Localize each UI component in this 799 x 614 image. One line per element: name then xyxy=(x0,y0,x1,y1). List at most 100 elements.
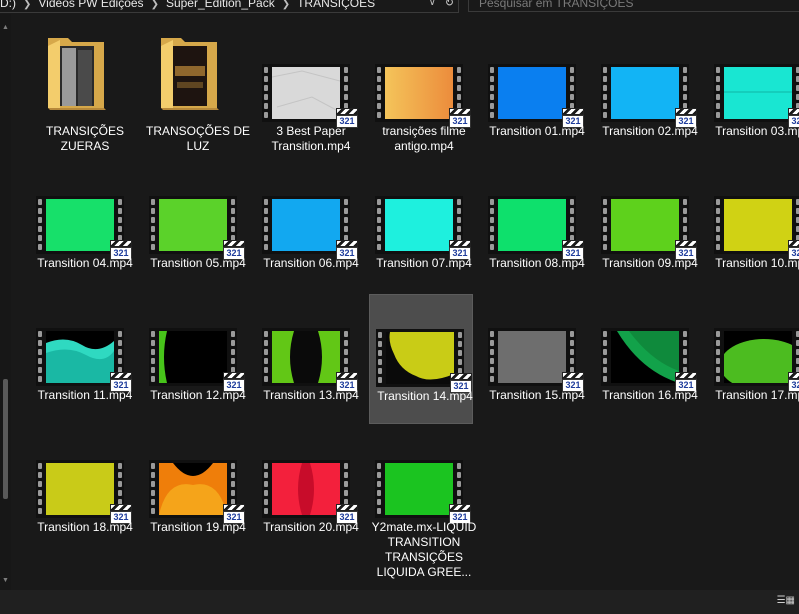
film-perforation xyxy=(262,64,270,122)
video-frame xyxy=(385,199,453,251)
video-frame xyxy=(498,67,566,119)
video-file-item[interactable]: 321 Transition 10.mp4 xyxy=(714,168,799,296)
film-perforation xyxy=(714,64,722,122)
film-perforation xyxy=(375,460,383,518)
video-file-item[interactable]: 321 Transition 11.mp4 xyxy=(36,300,136,428)
film-perforation xyxy=(488,196,496,254)
film-perforation xyxy=(149,460,157,518)
video-thumbnail: 321 xyxy=(601,64,697,128)
file-name-label: Transition 18.mp4 xyxy=(37,520,133,534)
file-name-label: Transition 16.mp4 xyxy=(602,388,698,402)
video-file-item[interactable]: 321 Transition 20.mp4 xyxy=(262,432,362,560)
file-name-label: Transition 01.mp4 xyxy=(489,124,585,138)
file-name-label: TRANSIÇÕES ZUERAS xyxy=(45,124,124,153)
video-frame xyxy=(385,463,453,515)
video-frame xyxy=(46,463,114,515)
video-frame xyxy=(159,463,227,515)
video-file-item[interactable]: 321 Transition 14.mp4 xyxy=(369,294,473,424)
file-name-label: Transition 15.mp4 xyxy=(489,388,585,402)
file-name-label: Transition 05.mp4 xyxy=(150,256,246,270)
file-name-label: Transition 14.mp4 xyxy=(377,389,473,403)
video-file-item[interactable]: 321 transições filme antigo.mp4 xyxy=(375,36,475,164)
video-frame xyxy=(159,331,227,383)
video-file-item[interactable]: 321 Transition 16.mp4 xyxy=(601,300,701,428)
video-file-item[interactable]: 321 Transition 12.mp4 xyxy=(149,300,249,428)
file-name-label: Transition 08.mp4 xyxy=(489,256,585,270)
folder-icon xyxy=(147,32,235,114)
video-file-item[interactable]: 321 Transition 05.mp4 xyxy=(149,168,249,296)
file-name-label: Transition 06.mp4 xyxy=(263,256,359,270)
file-name-label: Transition 11.mp4 xyxy=(37,388,133,402)
video-thumbnail: 321 xyxy=(149,328,245,392)
file-name-label: 3 Best Paper Transition.mp4 xyxy=(271,124,351,153)
film-perforation xyxy=(714,328,722,386)
film-perforation xyxy=(36,196,44,254)
video-file-item[interactable]: 321 Transition 13.mp4 xyxy=(262,300,362,428)
video-file-item[interactable]: 321 Transition 07.mp4 xyxy=(375,168,475,296)
film-perforation xyxy=(601,64,609,122)
film-perforation xyxy=(375,64,383,122)
file-name-label: Transition 20.mp4 xyxy=(263,520,359,534)
video-file-item[interactable]: 321 Transition 09.mp4 xyxy=(601,168,701,296)
video-file-item[interactable]: 321 Transition 06.mp4 xyxy=(262,168,362,296)
video-thumbnail: 321 xyxy=(714,64,799,128)
video-frame xyxy=(386,332,454,384)
video-file-item[interactable]: 321 Transition 17.mp4 xyxy=(714,300,799,428)
film-perforation xyxy=(488,64,496,122)
video-file-item[interactable]: 321 Transition 04.mp4 xyxy=(36,168,136,296)
video-frame xyxy=(272,67,340,119)
file-name-label: Transition 17.mp4 xyxy=(715,388,799,402)
video-thumbnail: 321 xyxy=(714,196,799,260)
video-file-item[interactable]: 321 Transition 08.mp4 xyxy=(488,168,588,296)
folder-item[interactable]: TRANSIÇÕES ZUERAS xyxy=(36,36,136,164)
video-thumbnail: 321 xyxy=(375,196,471,260)
video-thumbnail: 321 xyxy=(488,196,584,260)
video-file-item[interactable]: 321 Y2mate.mx-LIQUID TRANSITION TRANSIÇÕ… xyxy=(372,432,476,579)
file-name-label: Transition 12.mp4 xyxy=(150,388,246,402)
video-frame xyxy=(159,199,227,251)
film-perforation xyxy=(262,196,270,254)
file-name-label: transições filme antigo.mp4 xyxy=(382,124,466,153)
film-perforation xyxy=(601,196,609,254)
video-frame xyxy=(498,331,566,383)
video-frame xyxy=(611,331,679,383)
video-thumbnail: 321 xyxy=(601,196,697,260)
film-perforation xyxy=(262,460,270,518)
video-frame xyxy=(46,199,114,251)
video-file-item[interactable]: 321 Transition 02.mp4 xyxy=(601,36,701,164)
video-thumbnail: 321 xyxy=(601,328,697,392)
file-name-label: Transition 13.mp4 xyxy=(263,388,359,402)
file-name-label: Transition 04.mp4 xyxy=(37,256,133,270)
status-bar: ☰▦ xyxy=(0,590,799,614)
video-thumbnail: 321 xyxy=(262,196,358,260)
film-perforation xyxy=(601,328,609,386)
video-file-item[interactable]: 321 Transition 18.mp4 xyxy=(36,432,136,560)
video-thumbnail: 321 xyxy=(375,64,471,128)
video-thumbnail: 321 xyxy=(262,328,358,392)
video-frame xyxy=(385,67,453,119)
film-perforation xyxy=(149,196,157,254)
video-thumbnail: 321 xyxy=(36,460,132,524)
file-name-label: Transition 19.mp4 xyxy=(150,520,246,534)
video-frame xyxy=(724,331,792,383)
video-thumbnail: 321 xyxy=(488,64,584,128)
film-perforation xyxy=(149,328,157,386)
file-name-label: Transition 10.mp4 xyxy=(715,256,799,270)
file-name-label: Transition 02.mp4 xyxy=(602,124,698,138)
video-frame xyxy=(724,67,792,119)
video-frame xyxy=(498,199,566,251)
video-file-item[interactable]: 321 Transition 15.mp4 xyxy=(488,300,588,428)
video-thumbnail: 321 xyxy=(149,460,245,524)
video-file-item[interactable]: 321 Transition 19.mp4 xyxy=(149,432,249,560)
file-name-label: TRANSOÇÕES DE LUZ xyxy=(145,124,250,153)
view-toggle-icon[interactable]: ☰▦ xyxy=(777,595,795,606)
video-file-item[interactable]: 321 Transition 01.mp4 xyxy=(488,36,588,164)
file-name-label: Y2mate.mx-LIQUID TRANSITION TRANSIÇÕES L… xyxy=(371,520,477,579)
folder-item[interactable]: TRANSOÇÕES DE LUZ xyxy=(146,36,250,164)
file-name-label: Transition 09.mp4 xyxy=(602,256,698,270)
video-thumbnail: 321 xyxy=(36,196,132,260)
video-file-item[interactable]: 321 Transition 03.mp4 xyxy=(714,36,799,164)
film-perforation xyxy=(375,196,383,254)
video-frame xyxy=(611,67,679,119)
video-file-item[interactable]: 321 3 Best Paper Transition.mp4 xyxy=(262,36,362,164)
